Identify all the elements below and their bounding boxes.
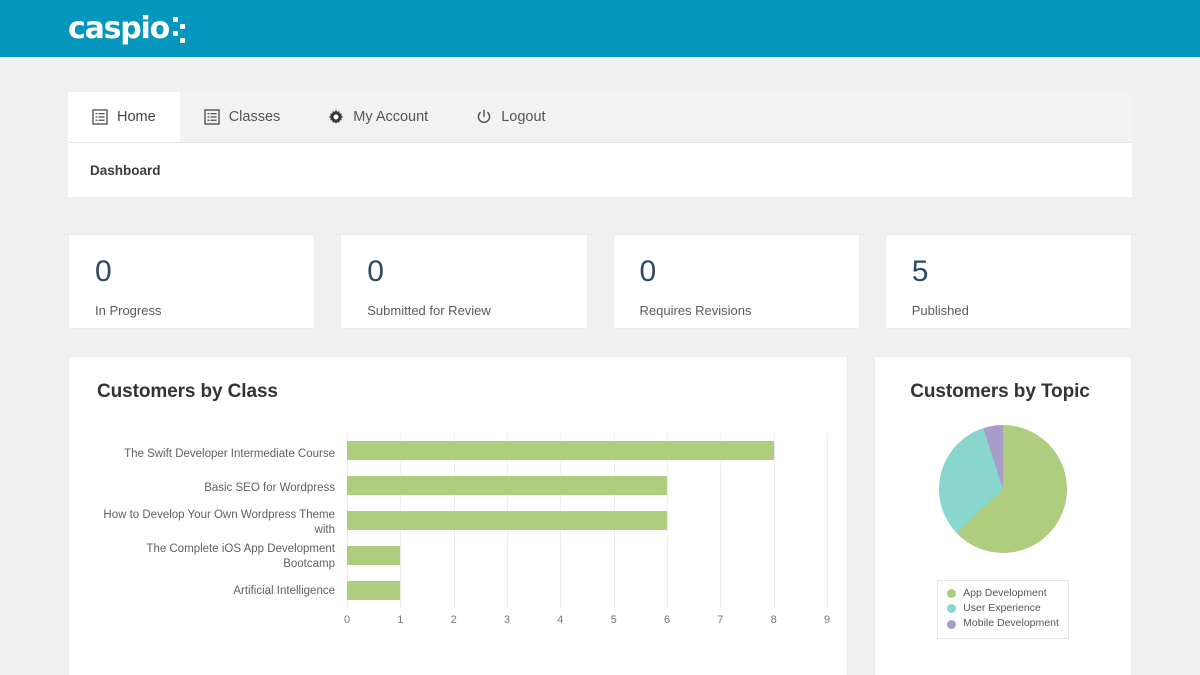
caspio-logo[interactable]: caspio — [68, 10, 186, 46]
stat-value: 0 — [95, 255, 112, 288]
tab-label: Logout — [501, 109, 546, 125]
bar-category-label: The Swift Developer Intermediate Course — [124, 447, 335, 460]
tab-label: Classes — [228, 109, 281, 125]
bar[interactable] — [347, 546, 401, 565]
breadcrumb-label: Dashboard — [90, 162, 161, 178]
pie-graphic[interactable] — [939, 425, 1067, 553]
app-header: caspio — [0, 0, 1200, 57]
x-axis-tick-label: 8 — [770, 614, 777, 626]
x-axis-tick-label: 7 — [717, 614, 724, 626]
bar-category-label: Basic SEO for Wordpress — [204, 482, 335, 495]
legend-color-swatch — [947, 604, 957, 614]
bar-category-label: How to Develop Your Own Wordpress Theme … — [103, 509, 335, 536]
stat-label: Requires Revisions — [639, 303, 752, 318]
x-axis-tick-label: 1 — [397, 614, 404, 626]
stat-value: 0 — [367, 255, 384, 288]
stat-card-published[interactable]: 5 Published — [884, 234, 1132, 329]
x-axis-tick-label: 9 — [823, 614, 831, 626]
list-icon — [203, 109, 220, 125]
power-icon — [476, 109, 492, 125]
tab-my-account[interactable]: My Account — [304, 92, 452, 142]
stat-cards: 0 In Progress 0 Submitted for Review 0 R… — [68, 234, 1132, 329]
x-axis-tick-label: 6 — [663, 614, 671, 626]
bar[interactable] — [347, 511, 667, 530]
legend-label: User Experience — [963, 602, 1041, 615]
bar-plot-area — [347, 433, 828, 608]
bar-category-labels: The Swift Developer Intermediate Course … — [97, 433, 347, 608]
bar-row — [347, 573, 827, 608]
logo-text: caspio — [68, 10, 170, 46]
bar[interactable] — [347, 476, 667, 495]
stat-label: Submitted for Review — [367, 303, 491, 318]
pie-chart: App Development User Experience Mobile D… — [875, 425, 1131, 639]
legend-item[interactable]: User Experience — [947, 601, 1059, 616]
customers-by-class-panel: Customers by Class The Swift Developer I… — [68, 356, 848, 675]
legend-item[interactable]: Mobile Development — [947, 616, 1059, 631]
x-axis-tick-label: 4 — [557, 614, 564, 626]
stat-card-in-progress[interactable]: 0 In Progress — [68, 234, 316, 329]
bar[interactable] — [347, 581, 401, 600]
legend-color-swatch — [947, 619, 957, 629]
bar-chart: The Swift Developer Intermediate Course … — [97, 433, 847, 634]
tab-classes[interactable]: Classes — [180, 92, 305, 142]
x-axis-tick-label: 2 — [450, 614, 457, 626]
legend-label: Mobile Development — [963, 617, 1059, 630]
bars — [347, 433, 827, 608]
x-axis-tick-label: 0 — [343, 614, 351, 626]
stat-card-requires-revisions[interactable]: 0 Requires Revisions — [612, 234, 860, 329]
pie-legend: App Development User Experience Mobile D… — [937, 580, 1069, 639]
customers-by-topic-panel: Customers by Topic App Development User … — [874, 356, 1132, 675]
bar-row — [347, 503, 827, 538]
caspio-dots-logo-icon — [173, 16, 186, 43]
tab-logout[interactable]: Logout — [452, 92, 569, 142]
stat-label: In Progress — [95, 303, 162, 318]
panel-title: Customers by Topic — [910, 381, 1090, 402]
x-axis-tick-label: 3 — [503, 614, 511, 626]
breadcrumb: Dashboard — [68, 143, 1132, 197]
main-navigation-tabs: Home Classes My Account Logout — [68, 92, 1132, 143]
stat-value: 0 — [639, 255, 657, 288]
legend-label: App Development — [963, 587, 1047, 599]
stat-value: 5 — [911, 255, 929, 288]
bar-category-label: Artificial Intelligence — [233, 584, 335, 597]
stat-label: Published — [911, 303, 969, 318]
gear-icon — [328, 109, 344, 125]
legend-item[interactable]: App Development — [947, 586, 1059, 601]
stat-card-submitted-for-review[interactable]: 0 Submitted for Review — [340, 234, 588, 329]
x-axis-tick-label: 5 — [610, 614, 617, 626]
charts-row: Customers by Class The Swift Developer I… — [68, 356, 1132, 675]
bar-category-label: The Complete iOS App Development Bootcam… — [146, 543, 335, 570]
tab-home[interactable]: Home — [68, 92, 180, 142]
x-axis-ticks: 0 1 2 3 4 5 6 7 8 9 — [343, 614, 831, 634]
gridline — [827, 433, 828, 608]
bar-row — [347, 538, 827, 573]
tab-label: Home — [117, 109, 156, 125]
bar[interactable] — [347, 441, 774, 460]
list-icon — [92, 109, 108, 125]
legend-color-swatch — [947, 589, 957, 599]
panel-title: Customers by Class — [97, 381, 278, 402]
bar-row — [347, 468, 827, 503]
tab-label: My Account — [353, 109, 429, 125]
bar-row — [347, 433, 827, 468]
